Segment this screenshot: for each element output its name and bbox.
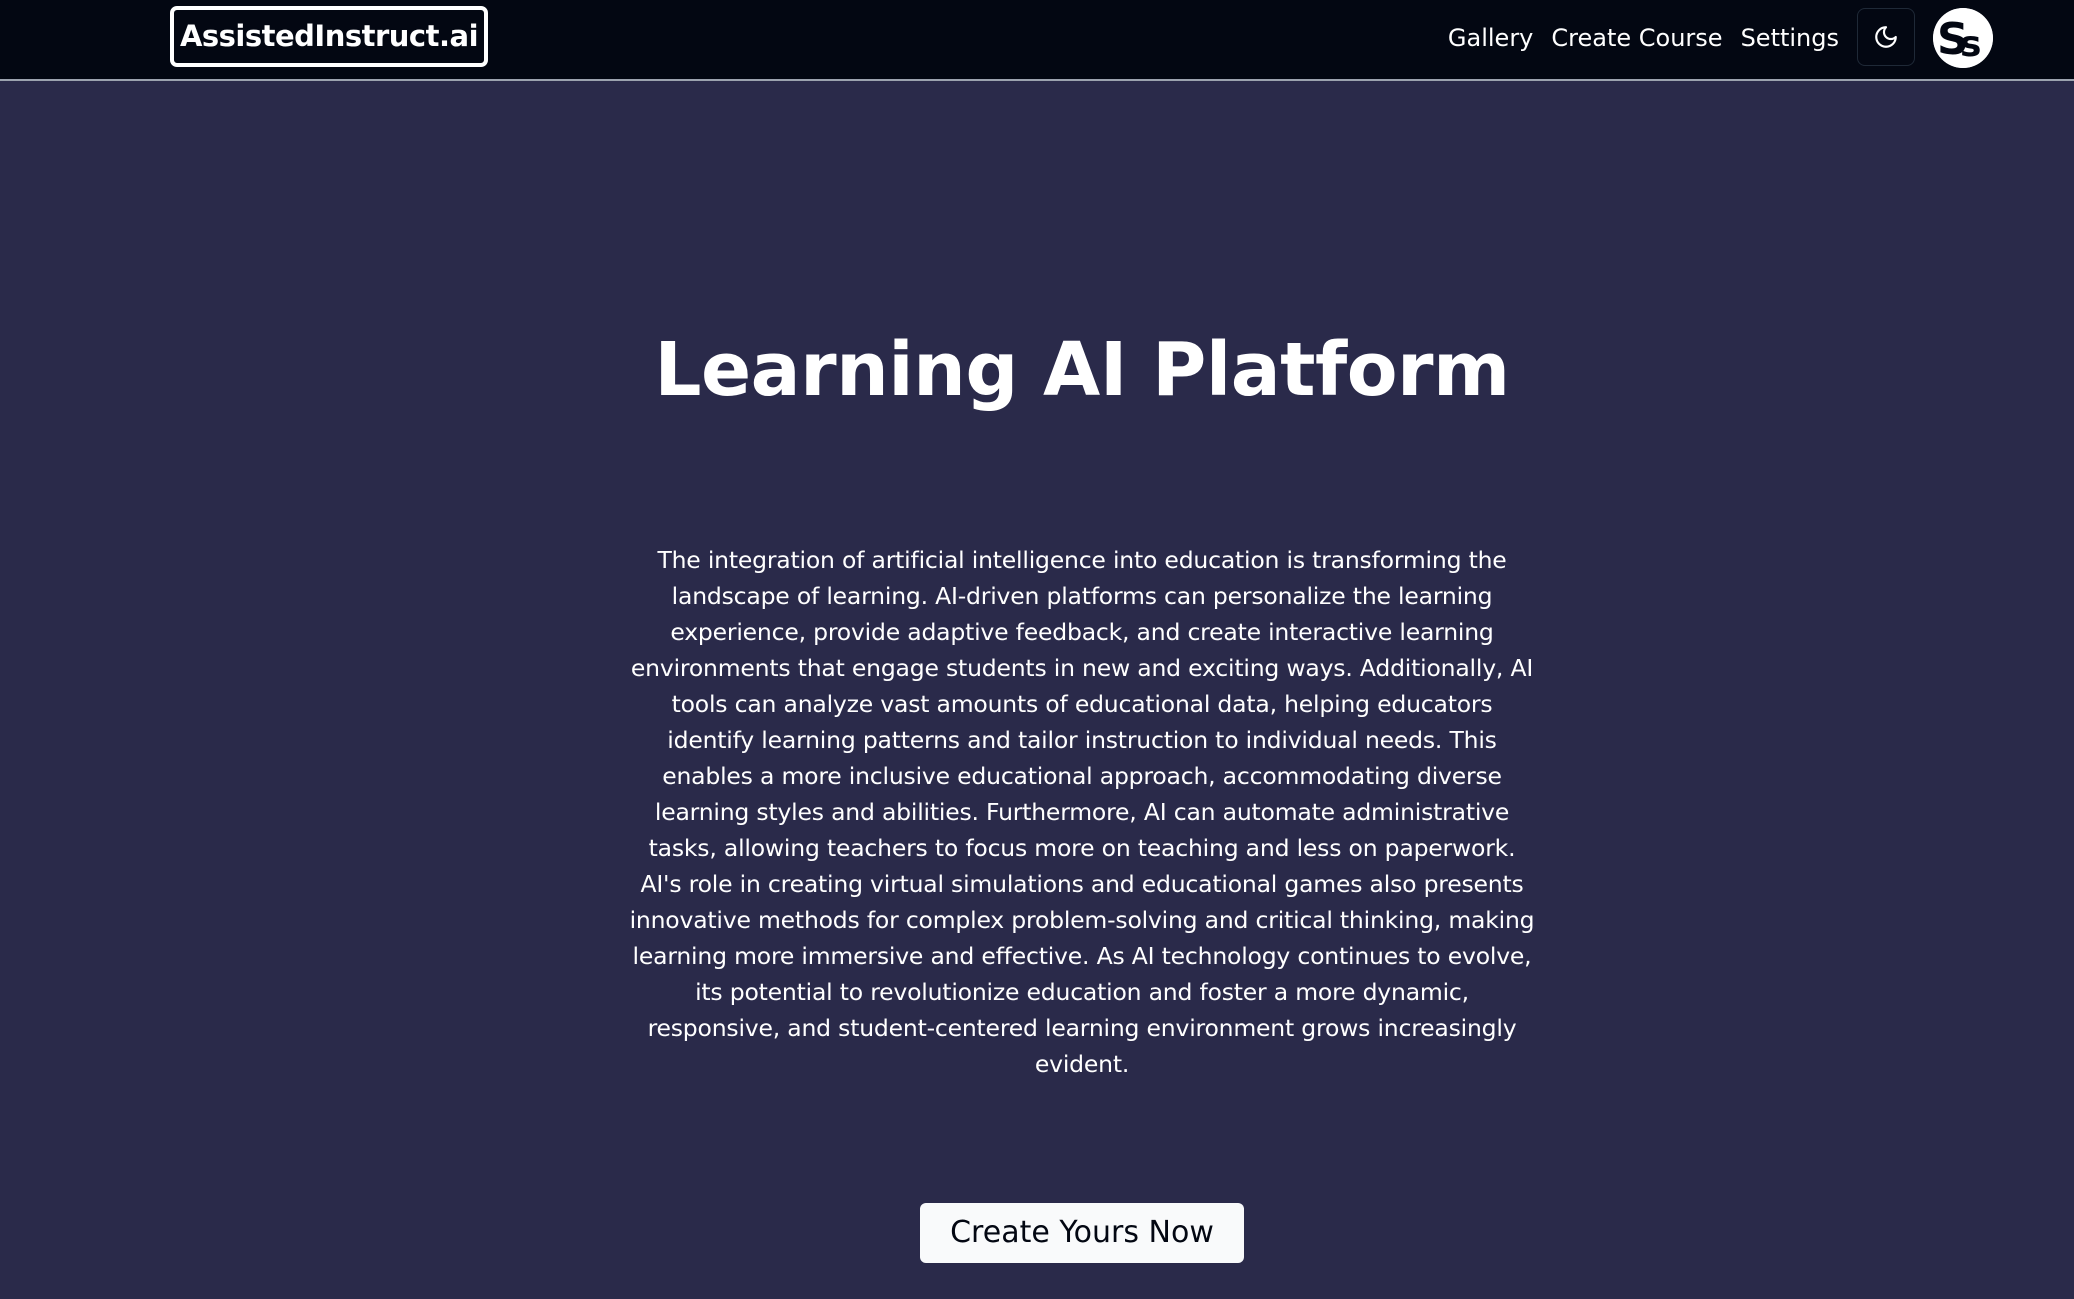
nav-create-course-link[interactable]: Create Course (1551, 24, 1722, 52)
hero-description: The integration of artificial intelligen… (629, 546, 1535, 1078)
user-avatar[interactable]: S s (1933, 8, 1993, 68)
nav-settings-link[interactable]: Settings (1741, 24, 1839, 52)
avatar-logo-icon: S s (1933, 8, 1993, 68)
site-logo[interactable]: AssistedInstruct.ai (170, 6, 488, 67)
main-nav: Gallery Create Course Settings (1448, 18, 1839, 58)
page-title: Learning AI Platform (654, 327, 1510, 413)
svg-text:s: s (1960, 24, 1981, 65)
moon-icon (1875, 26, 1897, 48)
theme-toggle-button[interactable] (1857, 8, 1915, 66)
top-navbar: AssistedInstruct.ai Gallery Create Cours… (0, 0, 2074, 81)
create-yours-now-button[interactable]: Create Yours Now (920, 1203, 1244, 1263)
nav-gallery-link[interactable]: Gallery (1448, 24, 1533, 52)
